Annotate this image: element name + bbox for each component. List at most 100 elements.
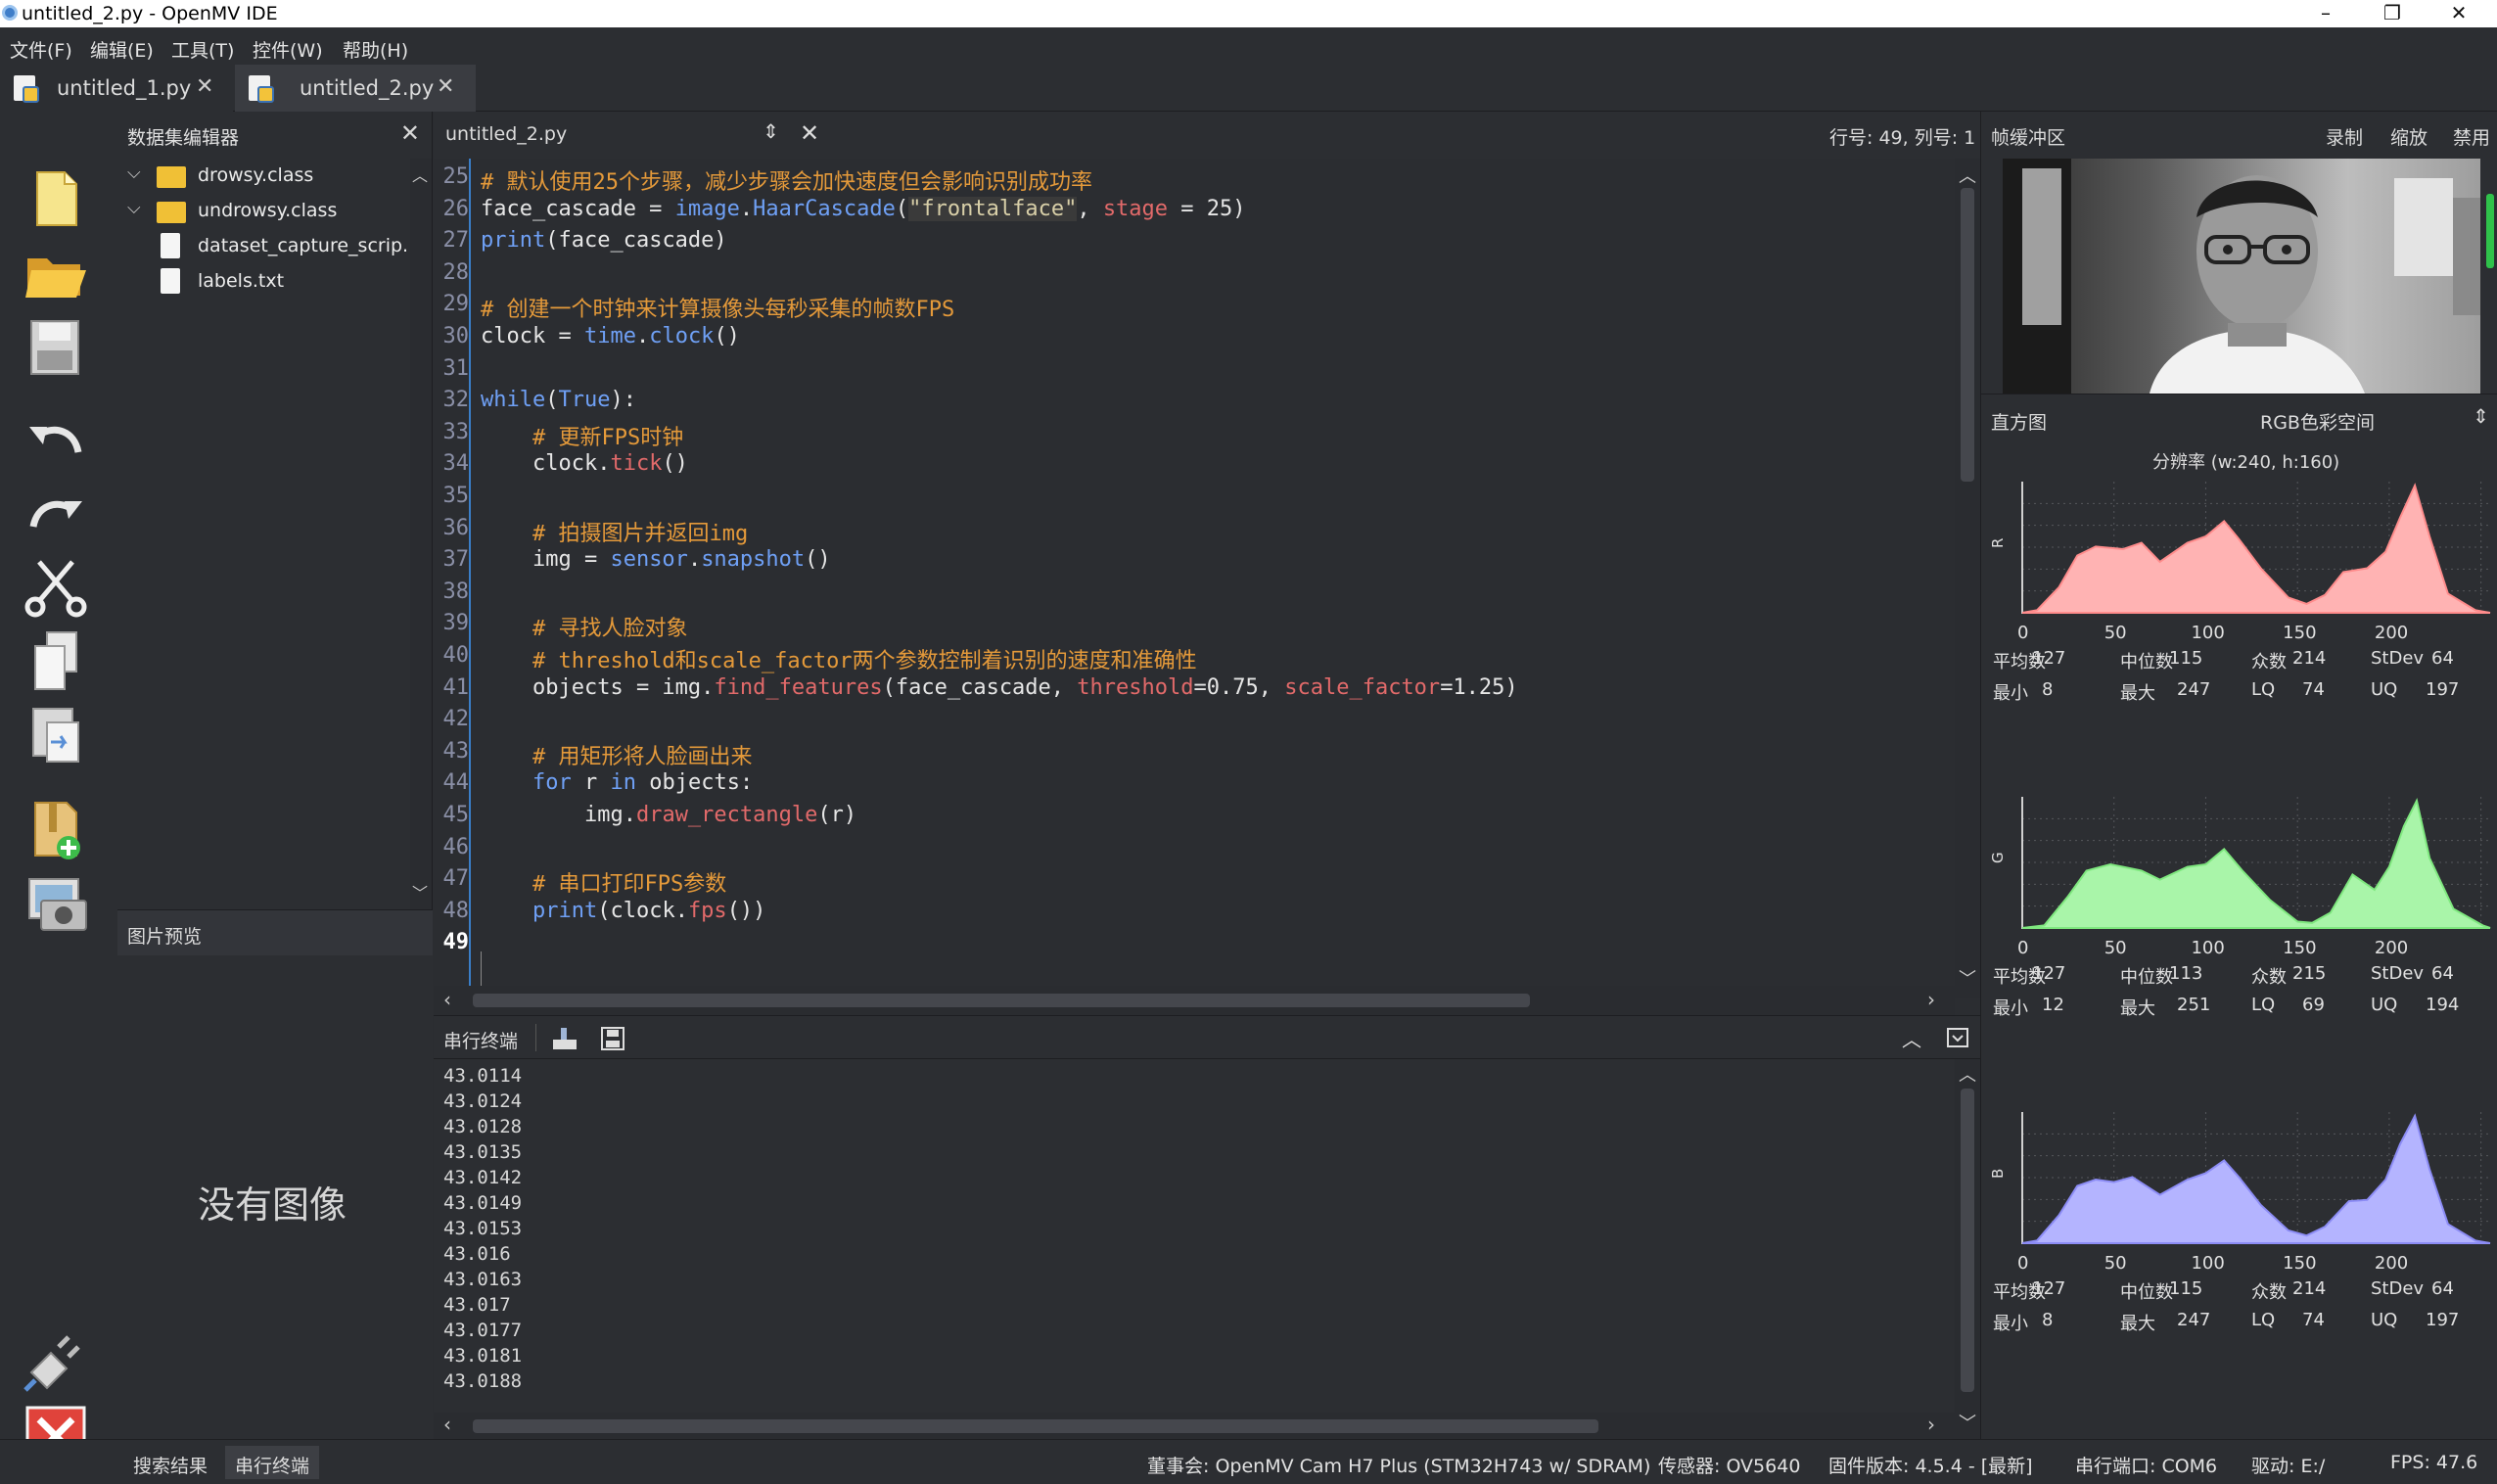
frame-buffer-title: 帧缓冲区	[1991, 127, 2066, 149]
collapse-up-icon[interactable]: ︿	[1902, 1024, 1921, 1052]
tree-item-capture-script[interactable]: dataset_capture_scrip...	[198, 235, 420, 256]
scroll-up-icon[interactable]: ︿	[1959, 162, 1976, 188]
scroll-right-icon[interactable]: ›	[1927, 1413, 1935, 1436]
terminal-line: 43.016	[443, 1243, 511, 1265]
code-line[interactable]: img = sensor.snapshot()	[481, 547, 831, 572]
close-tab-icon[interactable]: ✕	[196, 74, 213, 99]
terminal-output[interactable]: 43.0114 43.0124 43.0128 43.0135 43.0142 43.01…	[443, 1065, 522, 1396]
histogram-stat: StDev	[2371, 963, 2425, 984]
tree-item-drowsy[interactable]: drowsy.class	[198, 164, 313, 186]
code-line[interactable]: # 创建一个时钟来计算摄像头每秒采集的帧数FPS	[481, 292, 954, 323]
histogram-stat: UQ	[2371, 1310, 2398, 1330]
scroll-up-icon[interactable]: ︿	[412, 162, 428, 186]
search-results-tab[interactable]: 搜索结果	[123, 1446, 217, 1479]
code-line[interactable]: face_cascade = image.HaarCascade("fronta…	[481, 196, 1246, 221]
scroll-down-icon[interactable]: ﹀	[412, 880, 428, 904]
colorspace-select[interactable]: RGB色彩空间	[2260, 408, 2375, 435]
terminal-vertical-scrollbar[interactable]: ︿ ﹀	[1955, 1059, 1980, 1443]
terminal-horizontal-scrollbar[interactable]: ‹ ›	[434, 1413, 1955, 1440]
code-line[interactable]: while(True):	[481, 388, 636, 412]
line-number: 27	[442, 228, 470, 254]
code-editor: untitled_2.py ⇕ ✕ 行号: 49, 列号: 1 25 26 27 28…	[434, 112, 1980, 1015]
scroll-thumb[interactable]	[1961, 188, 1974, 482]
divider	[535, 1024, 536, 1051]
minimize-button[interactable]: –	[2290, 0, 2361, 27]
editor-vertical-scrollbar[interactable]: ︿ ﹀	[1955, 159, 1980, 998]
code-line[interactable]: # threshold和scale_factor两个参数控制着识别的速度和准确性	[481, 643, 1197, 674]
menu-tools[interactable]: 工具(T)	[171, 36, 234, 63]
cut-button[interactable]	[22, 554, 90, 619]
code-area[interactable]: # 默认使用25个步骤，减少步骤会加快速度但会影响识别成功率 face_casca…	[481, 159, 1900, 998]
save-file-button[interactable]	[22, 315, 90, 380]
scroll-right-icon[interactable]: ›	[1927, 988, 1935, 1011]
menu-edit[interactable]: 编辑(E)	[90, 36, 154, 63]
histogram-stat: 最大	[2120, 1314, 2155, 1334]
histogram-stat: 247	[2177, 679, 2211, 700]
save-terminal-icon[interactable]	[600, 1026, 625, 1051]
maximize-button[interactable]: ❐	[2357, 0, 2428, 27]
connect-button[interactable]	[22, 1329, 90, 1394]
undo-button[interactable]	[22, 405, 90, 470]
histogram-stat: 最大	[2120, 683, 2155, 704]
open-file-button[interactable]	[22, 241, 90, 305]
close-tab-icon[interactable]: ✕	[437, 74, 454, 99]
disable-button[interactable]: 禁用	[2453, 123, 2490, 150]
minimize-panel-icon[interactable]	[1947, 1028, 1968, 1047]
histogram-stat: 64	[2431, 963, 2454, 984]
tree-item-labels[interactable]: labels.txt	[198, 270, 284, 292]
code-line[interactable]: # 更新FPS时钟	[481, 420, 683, 451]
file-select-arrows-icon[interactable]: ⇕	[763, 119, 779, 143]
colorspace-arrows-icon[interactable]: ⇕	[2473, 404, 2489, 428]
code-line[interactable]: # 拍摄图片并返回img	[481, 516, 748, 547]
capture-image-button[interactable]	[22, 871, 90, 936]
scroll-left-icon[interactable]: ‹	[443, 1413, 451, 1436]
menu-widgets[interactable]: 控件(W)	[253, 36, 323, 63]
editor-horizontal-scrollbar[interactable]: ‹ ›	[434, 986, 1955, 1015]
record-button[interactable]: 录制	[2326, 123, 2363, 150]
scroll-thumb[interactable]	[473, 1419, 1598, 1433]
code-line[interactable]: # 默认使用25个步骤，减少步骤会加快速度但会影响识别成功率	[481, 164, 1092, 196]
code-line[interactable]: # 串口打印FPS参数	[481, 866, 726, 898]
zoom-button[interactable]: 缩放	[2390, 123, 2428, 150]
close-window-button[interactable]: ✕	[2424, 0, 2494, 27]
chevron-down-icon[interactable]: ⌵	[127, 198, 141, 218]
serial-terminal-tab[interactable]: 串行终端	[225, 1446, 320, 1479]
paste-button[interactable]	[22, 703, 90, 767]
code-line[interactable]: print(clock.fps())	[481, 899, 765, 923]
menu-file[interactable]: 文件(F)	[10, 36, 72, 63]
line-number: 44	[442, 770, 470, 796]
scroll-thumb[interactable]	[1961, 1089, 1974, 1392]
copy-button[interactable]	[22, 628, 90, 693]
code-line[interactable]: img.draw_rectangle(r)	[481, 803, 856, 827]
scroll-thumb[interactable]	[473, 994, 1530, 1007]
scroll-left-icon[interactable]: ‹	[443, 988, 451, 1011]
code-line[interactable]: clock = time.clock()	[481, 324, 740, 348]
close-file-icon[interactable]: ✕	[800, 119, 819, 147]
tab-untitled-1[interactable]: untitled_1.py ✕	[0, 65, 233, 112]
clear-terminal-icon[interactable]	[551, 1026, 578, 1051]
new-file-button[interactable]	[22, 166, 90, 231]
code-line[interactable]: objects = img.find_features(face_cascade…	[481, 675, 1518, 700]
tree-item-undrowsy[interactable]: undrowsy.class	[198, 200, 337, 221]
dataset-scrollbar[interactable]: ︿ ﹀	[410, 159, 432, 909]
editor-filename[interactable]: untitled_2.py	[445, 123, 567, 145]
tab-untitled-2[interactable]: untitled_2.py ✕	[235, 65, 476, 112]
code-line[interactable]: print(face_cascade)	[481, 228, 727, 253]
scroll-up-icon[interactable]: ︿	[1959, 1061, 1976, 1087]
redo-button[interactable]	[22, 480, 90, 544]
tick-label: 150	[2283, 1253, 2316, 1273]
code-token: # 更新FPS时钟	[532, 425, 684, 450]
code-line[interactable]: clock.tick()	[481, 451, 688, 476]
code-token: # 用矩形将人脸画出来	[532, 744, 753, 769]
scroll-down-icon[interactable]: ﹀	[1959, 965, 1976, 991]
code-line[interactable]: # 用矩形将人脸画出来	[481, 739, 753, 770]
code-line[interactable]: # 寻找人脸对象	[481, 611, 688, 642]
chevron-down-icon[interactable]: ⌵	[127, 162, 141, 183]
scroll-down-icon[interactable]: ﹀	[1959, 1410, 1976, 1435]
menu-help[interactable]: 帮助(H)	[343, 36, 408, 63]
firmware-info[interactable]: 固件版本: 4.5.4 - [最新]	[1828, 1452, 2033, 1478]
close-panel-icon[interactable]: ✕	[400, 119, 420, 147]
code-line[interactable]: for r in objects:	[481, 770, 753, 795]
dataset-add-button[interactable]	[22, 797, 90, 861]
